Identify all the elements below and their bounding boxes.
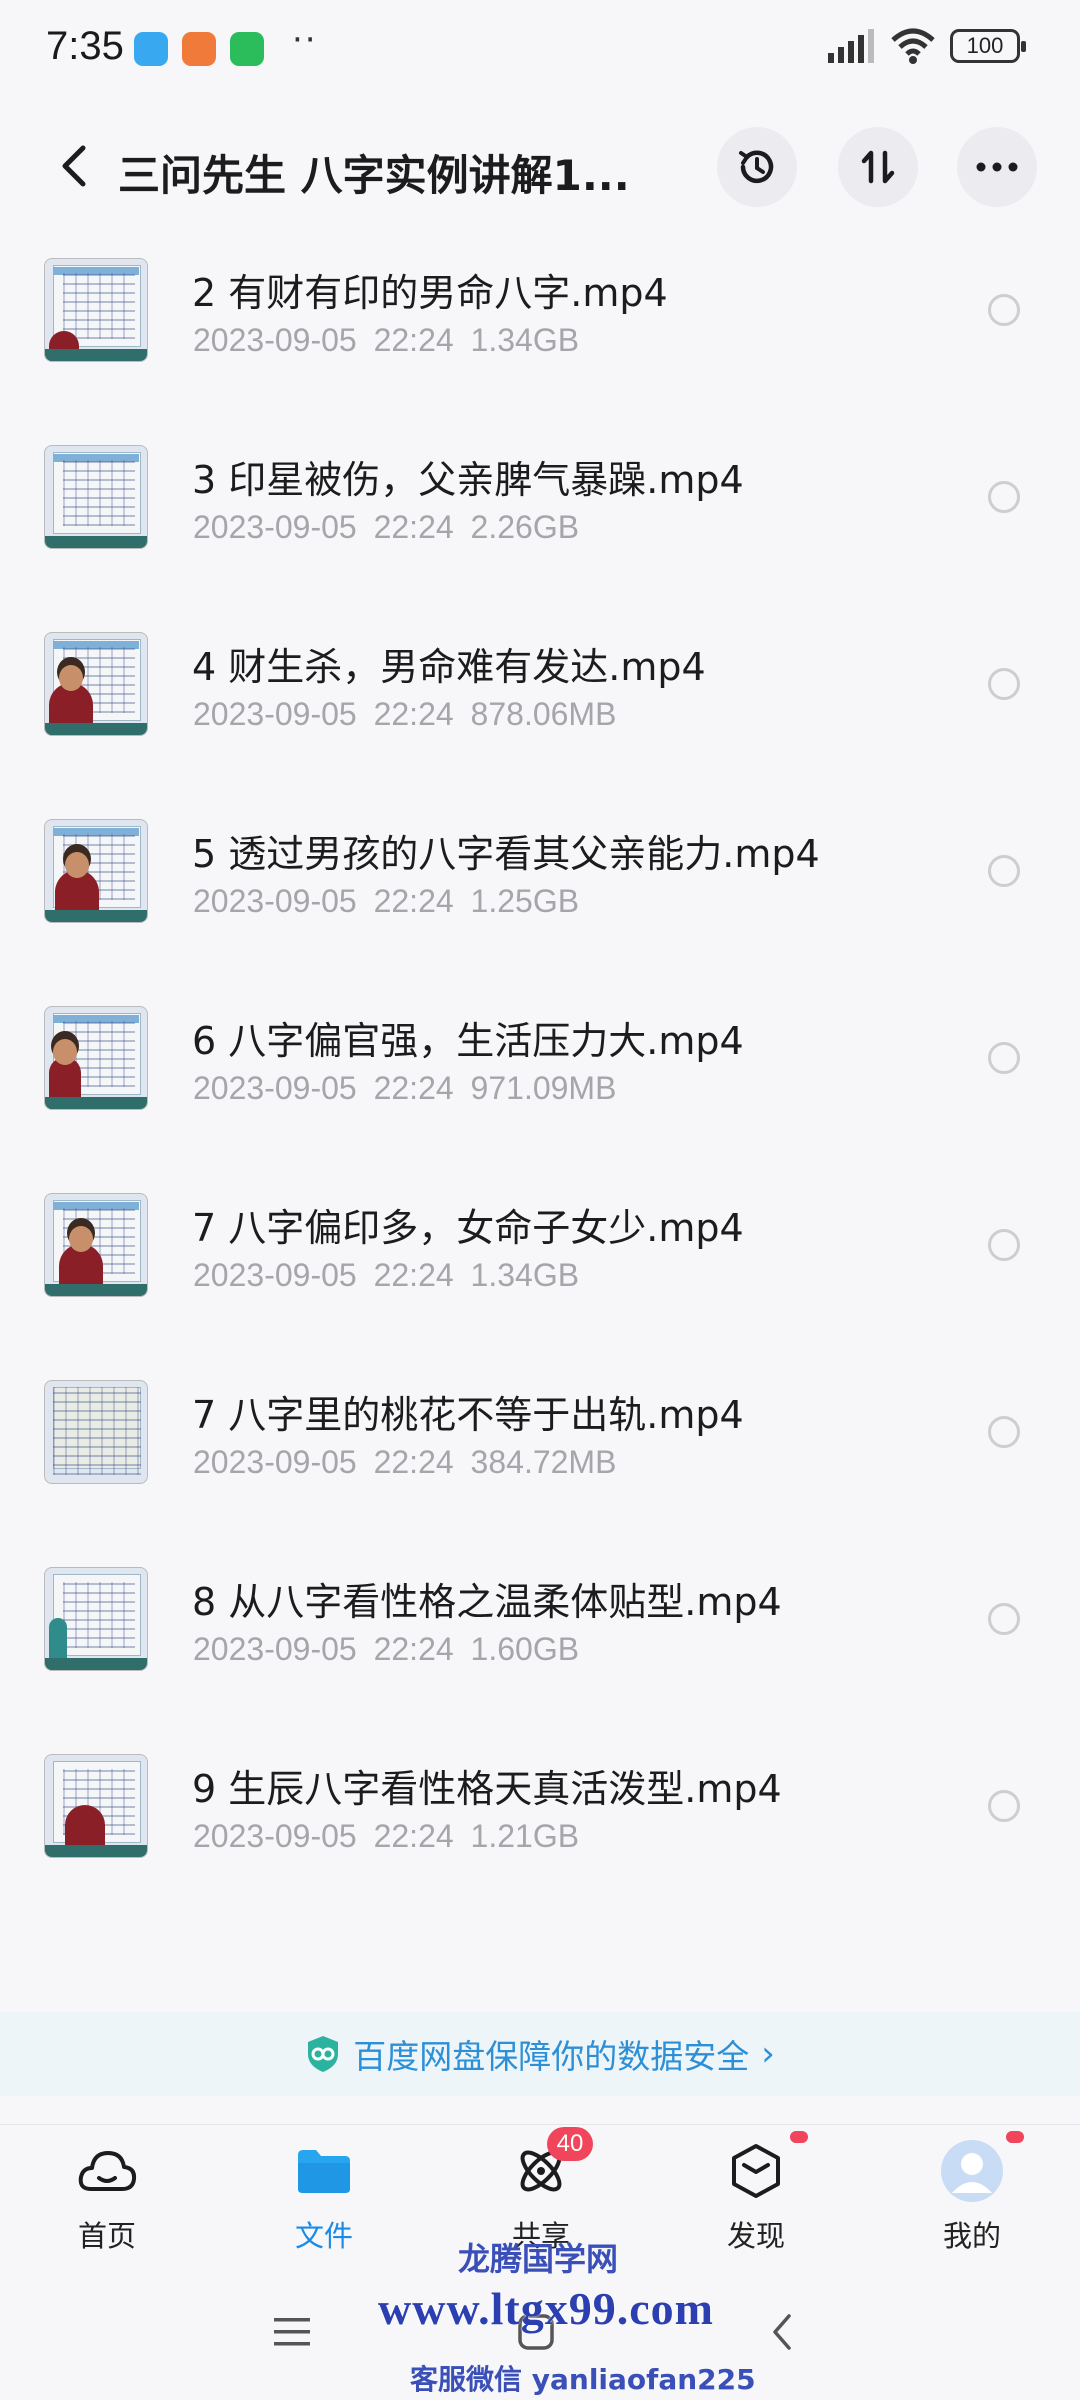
sort-button[interactable] — [838, 127, 918, 207]
file-name: 5 透过男孩的八字看其父亲能力.mp4 — [192, 832, 820, 876]
video-thumbnail — [44, 1754, 148, 1858]
file-row[interactable]: 2 有财有印的男命八字.mp4 2023-09-05 22:24 1.34GB — [0, 250, 1080, 437]
video-thumbnail — [44, 445, 148, 549]
system-nav-bar — [0, 2280, 1080, 2380]
avatar-icon — [940, 2131, 1024, 2203]
select-checkbox[interactable] — [988, 481, 1020, 513]
system-back-button[interactable] — [752, 2302, 812, 2362]
nav-me-label: 我的 — [942, 2219, 1001, 2253]
more-dots-icon — [976, 162, 1018, 172]
file-row[interactable]: 7 八字里的桃花不等于出轨.mp4 2023-09-05 22:24 384.7… — [0, 1372, 1080, 1559]
file-name: 7 八字偏印多，女命子女少.mp4 — [192, 1206, 744, 1250]
security-text: 百度网盘保障你的数据安全 — [353, 2037, 750, 2076]
select-checkbox[interactable] — [988, 1042, 1020, 1074]
menu-button[interactable] — [262, 2302, 322, 2362]
file-meta: 2023-09-05 22:24 1.34GB — [193, 322, 580, 358]
home-button[interactable] — [506, 2302, 566, 2362]
video-thumbnail — [44, 819, 148, 923]
history-button[interactable] — [717, 127, 797, 207]
nav-home[interactable]: 首页 — [42, 2139, 172, 2259]
share-atom-icon: 40 — [509, 2127, 593, 2203]
select-checkbox[interactable] — [988, 294, 1020, 326]
video-thumbnail — [44, 1380, 148, 1484]
back-button[interactable] — [44, 136, 104, 196]
nav-files[interactable]: 文件 — [259, 2139, 389, 2259]
file-meta: 2023-09-05 22:24 878.06MB — [193, 696, 617, 732]
folder-icon — [292, 2139, 356, 2203]
file-meta: 2023-09-05 22:24 1.21GB — [193, 1818, 580, 1854]
back-arrow-icon — [62, 145, 86, 187]
video-thumbnail — [44, 1567, 148, 1671]
more-button[interactable] — [957, 127, 1037, 207]
cube-icon — [724, 2131, 808, 2203]
file-meta: 2023-09-05 22:24 384.72MB — [193, 1444, 617, 1480]
select-checkbox[interactable] — [988, 855, 1020, 887]
file-name: 6 八字偏官强，生活压力大.mp4 — [192, 1019, 744, 1063]
wifi-icon — [891, 28, 935, 64]
select-checkbox[interactable] — [988, 1229, 1020, 1261]
file-row[interactable]: 5 透过男孩的八字看其父亲能力.mp4 2023-09-05 22:24 1.2… — [0, 811, 1080, 998]
share-badge: 40 — [547, 2127, 593, 2161]
discover-badge-dot — [790, 2131, 808, 2143]
video-thumbnail — [44, 258, 148, 362]
header: 三问先生 八字实例讲解1... — [0, 118, 1080, 218]
file-meta: 2023-09-05 22:24 1.60GB — [193, 1631, 580, 1667]
file-meta: 2023-09-05 22:24 1.34GB — [193, 1257, 580, 1293]
nav-home-label: 首页 — [77, 2219, 136, 2253]
video-thumbnail — [44, 1006, 148, 1110]
status-time: 7:35 — [46, 24, 124, 68]
select-checkbox[interactable] — [988, 668, 1020, 700]
battery-icon: 100 — [950, 29, 1026, 63]
status-bar: 7:35 ·· 100 — [0, 0, 1080, 100]
page-title: 三问先生 八字实例讲解1... — [118, 151, 630, 200]
more-notifications-icon: ·· — [292, 20, 318, 60]
select-checkbox[interactable] — [988, 1790, 1020, 1822]
nav-discover[interactable]: 发现 — [691, 2131, 821, 2259]
back-chevron-icon — [773, 2314, 791, 2350]
sort-icon — [861, 150, 895, 184]
store-icon — [182, 32, 216, 66]
file-meta: 2023-09-05 22:24 971.09MB — [193, 1070, 617, 1106]
file-row[interactable]: 4 财生杀，男命难有发达.mp4 2023-09-05 22:24 878.06… — [0, 624, 1080, 811]
nav-discover-label: 发现 — [726, 2219, 785, 2253]
chevron-right-icon: › — [761, 2034, 775, 2074]
home-square-icon — [518, 2314, 554, 2350]
status-indicators: 100 — [826, 28, 1026, 64]
cloud-home-icon — [75, 2139, 139, 2203]
nav-me[interactable]: 我的 — [907, 2131, 1037, 2259]
nav-share[interactable]: 40 共享 — [476, 2127, 606, 2259]
nav-share-label: 共享 — [511, 2219, 570, 2253]
file-row[interactable]: 8 从八字看性格之温柔体贴型.mp4 2023-09-05 22:24 1.60… — [0, 1559, 1080, 1746]
file-meta: 2023-09-05 22:24 1.25GB — [193, 883, 580, 919]
phone-icon — [230, 32, 264, 66]
file-row[interactable]: 7 八字偏印多，女命子女少.mp4 2023-09-05 22:24 1.34G… — [0, 1185, 1080, 1372]
signal-icon — [828, 29, 874, 63]
file-name: 8 从八字看性格之温柔体贴型.mp4 — [192, 1580, 782, 1624]
file-name: 2 有财有印的男命八字.mp4 — [192, 271, 668, 315]
messages-icon — [134, 32, 168, 66]
file-row[interactable]: 9 生辰八字看性格天真活泼型.mp4 2023-09-05 22:24 1.21… — [0, 1746, 1080, 1933]
bottom-nav: 首页 文件 40 共享 发现 我的 — [0, 2124, 1080, 2254]
select-checkbox[interactable] — [988, 1603, 1020, 1635]
file-meta: 2023-09-05 22:24 2.26GB — [193, 509, 580, 545]
security-banner[interactable]: 百度网盘保障你的数据安全 › — [0, 2012, 1080, 2096]
file-list: 2 有财有印的男命八字.mp4 2023-09-05 22:24 1.34GB … — [0, 250, 1080, 1933]
file-name: 7 八字里的桃花不等于出轨.mp4 — [192, 1393, 744, 1437]
shield-icon — [308, 2036, 339, 2072]
me-badge-dot — [1006, 2131, 1024, 2143]
file-row[interactable]: 3 印星被伤，父亲脾气暴躁.mp4 2023-09-05 22:24 2.26G… — [0, 437, 1080, 624]
file-row[interactable]: 6 八字偏官强，生活压力大.mp4 2023-09-05 22:24 971.0… — [0, 998, 1080, 1185]
file-name: 3 印星被伤，父亲脾气暴躁.mp4 — [192, 458, 744, 502]
file-name: 4 财生杀，男命难有发达.mp4 — [192, 645, 706, 689]
video-thumbnail — [44, 632, 148, 736]
history-icon — [739, 150, 774, 184]
video-thumbnail — [44, 1193, 148, 1297]
menu-icon — [274, 2318, 310, 2346]
nav-files-label: 文件 — [294, 2219, 353, 2253]
select-checkbox[interactable] — [988, 1416, 1020, 1448]
file-name: 9 生辰八字看性格天真活泼型.mp4 — [192, 1767, 782, 1811]
